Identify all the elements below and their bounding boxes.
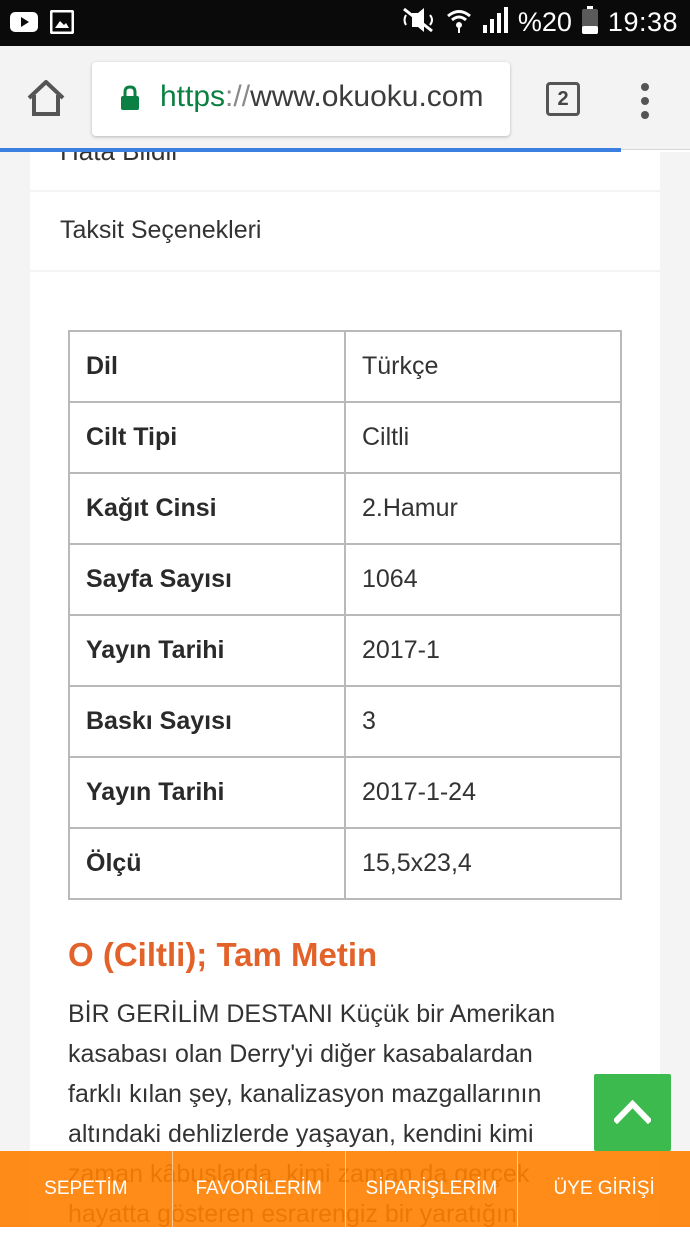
- spec-label: Ölçü: [68, 827, 346, 900]
- bottom-navigation: SEPETİM FAVORİLERİM SİPARİŞLERİM ÜYE GİR…: [0, 1151, 690, 1227]
- battery-percent: %20: [517, 7, 572, 37]
- tab-switcher-button[interactable]: 2: [546, 82, 580, 116]
- nav-favorites[interactable]: FAVORİLERİM: [173, 1151, 346, 1227]
- spec-value: 3: [344, 685, 622, 758]
- spec-value: 2017-1-24: [344, 756, 622, 829]
- nav-member-login[interactable]: ÜYE GİRİŞİ: [518, 1151, 690, 1227]
- scroll-to-top-button[interactable]: [594, 1074, 671, 1151]
- table-row: Cilt Tipi Ciltli: [68, 401, 622, 474]
- signal-icon: [482, 7, 508, 38]
- installment-options-label: Taksit Seçenekleri: [60, 216, 262, 244]
- wifi-icon: [446, 7, 472, 38]
- lock-icon: [120, 85, 140, 111]
- overflow-menu-button[interactable]: [640, 82, 650, 122]
- book-title: O (Ciltli); Tam Metin: [68, 936, 378, 973]
- table-row: Kağıt Cinsi 2.Hamur: [68, 472, 622, 545]
- spec-value: Ciltli: [344, 401, 622, 474]
- spec-value: 1064: [344, 543, 622, 616]
- table-row: Dil Türkçe: [68, 330, 622, 403]
- page-content: Hata Bildir Taksit Seçenekleri Dil Türkç…: [0, 152, 690, 1232]
- spec-label: Yayın Tarihi: [68, 756, 346, 829]
- report-error-label: Hata Bildir: [60, 152, 180, 167]
- installment-options-link[interactable]: Taksit Seçenekleri: [30, 192, 660, 270]
- spec-label: Kağıt Cinsi: [68, 472, 346, 545]
- spec-label: Sayfa Sayısı: [68, 543, 346, 616]
- spec-label: Yayın Tarihi: [68, 614, 346, 687]
- url-host: www.okuoku.com: [250, 80, 484, 113]
- youtube-icon: [10, 11, 38, 38]
- table-row: Baskı Sayısı 3: [68, 685, 622, 758]
- spec-value: 15,5x23,4: [344, 827, 622, 900]
- url-separator: ://: [225, 80, 251, 113]
- spec-label: Dil: [68, 330, 346, 403]
- more-vertical-icon: [641, 83, 649, 119]
- url-scheme: https: [160, 80, 226, 113]
- table-row: Yayın Tarihi 2017-1-24: [68, 756, 622, 829]
- nav-cart[interactable]: SEPETİM: [0, 1151, 173, 1227]
- table-row: Sayfa Sayısı 1064: [68, 543, 622, 616]
- home-icon: [27, 80, 65, 116]
- image-icon: [49, 9, 75, 39]
- browser-toolbar: https://www.okuoku.com 2: [0, 46, 690, 150]
- url-text: https://www.okuoku.com: [160, 80, 484, 114]
- spec-value: 2017-1: [344, 614, 622, 687]
- report-error-link[interactable]: Hata Bildir: [30, 152, 660, 190]
- spec-label: Cilt Tipi: [68, 401, 346, 474]
- table-row: Yayın Tarihi 2017-1: [68, 614, 622, 687]
- status-bar: %20 19:38: [0, 0, 690, 46]
- clock: 19:38: [607, 7, 678, 37]
- home-button[interactable]: [24, 76, 68, 120]
- spec-value: Türkçe: [344, 330, 622, 403]
- nav-orders[interactable]: SİPARİŞLERİM: [346, 1151, 519, 1227]
- product-spec-table: Dil Türkçe Cilt Tipi Ciltli Kağıt Cinsi …: [68, 330, 622, 900]
- chevron-up-icon: [614, 1099, 651, 1124]
- battery-icon: [581, 6, 598, 39]
- spec-value: 2.Hamur: [344, 472, 622, 545]
- product-details-card: Dil Türkçe Cilt Tipi Ciltli Kağıt Cinsi …: [30, 272, 660, 1232]
- table-row: Ölçü 15,5x23,4: [68, 827, 622, 900]
- spec-label: Baskı Sayısı: [68, 685, 346, 758]
- url-bar[interactable]: https://www.okuoku.com: [92, 62, 510, 136]
- mute-icon: [402, 7, 436, 38]
